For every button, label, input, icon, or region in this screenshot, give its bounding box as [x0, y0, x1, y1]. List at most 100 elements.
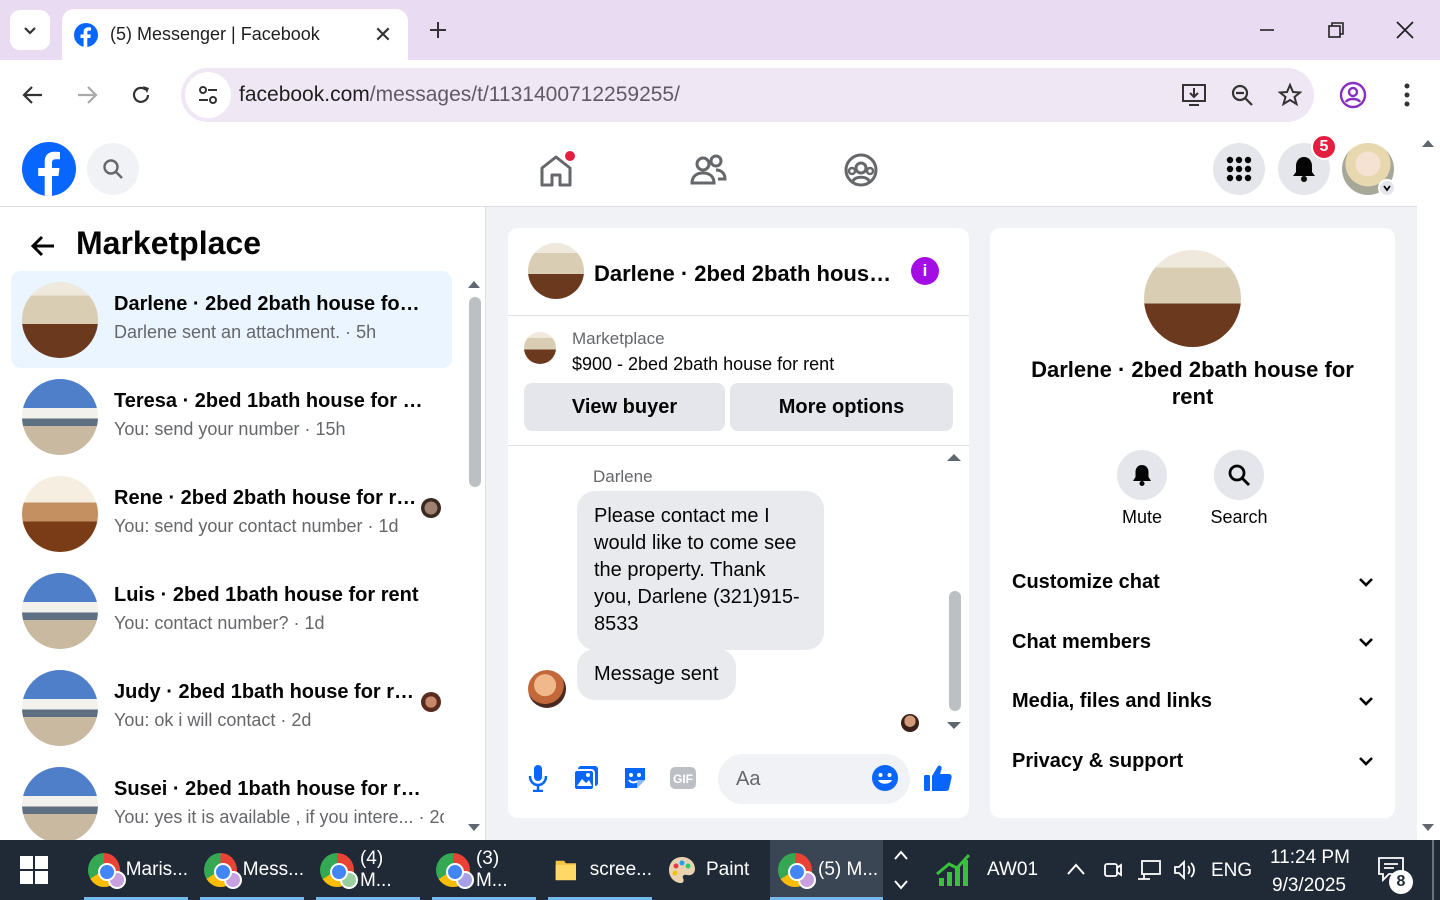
back-button[interactable]: [15, 77, 51, 113]
meet-now-icon[interactable]: [1102, 859, 1122, 881]
back-to-chats-button[interactable]: [26, 229, 60, 263]
conversation-item[interactable]: Rene · 2bed 2bath house for rent You: se…: [11, 465, 452, 562]
mute-button[interactable]: [1117, 450, 1167, 500]
volume-icon[interactable]: [1172, 859, 1198, 881]
chat-title[interactable]: Darlene · 2bed 2bath house for rent: [594, 261, 894, 287]
mute-action[interactable]: Mute: [1102, 450, 1182, 528]
show-hidden-icons-icon[interactable]: [1066, 862, 1086, 876]
friends-icon: [690, 154, 727, 185]
conversation-item[interactable]: Judy · 2bed 1bath house for rent You: ok…: [11, 659, 452, 756]
scroll-up-icon[interactable]: [467, 279, 481, 289]
profile-avatar[interactable]: [1144, 250, 1241, 347]
bookmark-button[interactable]: [1266, 75, 1314, 115]
home-nav-button[interactable]: [531, 145, 581, 195]
seen-avatar: [421, 498, 441, 518]
scroll-up-icon[interactable]: [1421, 138, 1435, 148]
stock-widget[interactable]: AW01: [935, 840, 1045, 900]
taskbar-chrome-window[interactable]: (3) M...: [432, 840, 536, 900]
conversation-item[interactable]: Luis · 2bed 1bath house for rent You: co…: [11, 562, 452, 659]
emoji-button[interactable]: [870, 763, 900, 793]
taskbar-scroll-down-icon[interactable]: [893, 878, 909, 892]
bell-icon: [1293, 157, 1315, 182]
conversation-item[interactable]: Darlene · 2bed 2bath house for rent Darl…: [11, 271, 452, 368]
more-options-button[interactable]: More options: [730, 383, 953, 431]
conversation-list-scrollbar[interactable]: [469, 297, 481, 487]
minimize-icon: [1260, 29, 1274, 31]
friends-nav-button[interactable]: [683, 145, 733, 195]
show-desktop-button[interactable]: [1432, 840, 1434, 900]
page-scrollbar[interactable]: [1417, 130, 1440, 840]
message-bubble[interactable]: Please contact me I would like to come s…: [577, 491, 824, 650]
start-button[interactable]: [20, 856, 48, 889]
restore-button[interactable]: [1316, 12, 1356, 48]
conversation-name: Darlene · 2bed 2bath house for rent: [114, 293, 424, 315]
taskbar-paint[interactable]: Paint: [664, 840, 764, 900]
search-action[interactable]: Search: [1199, 450, 1279, 528]
groups-nav-button[interactable]: [836, 145, 886, 195]
chat-avatar[interactable]: [528, 243, 584, 299]
tab-search-button[interactable]: [10, 10, 50, 50]
minimize-button[interactable]: [1247, 12, 1287, 48]
browser-tab-strip: (5) Messenger | Facebook ✕: [0, 0, 1440, 60]
taskbar-chrome-window[interactable]: Maris...: [84, 840, 188, 900]
conversation-preview: You: send your number · 15h: [114, 419, 346, 439]
notification-count-badge: 8: [1389, 870, 1413, 894]
facebook-search-button[interactable]: [87, 143, 139, 195]
network-icon[interactable]: [1136, 859, 1162, 881]
account-menu-chevron[interactable]: [1378, 179, 1396, 197]
taskbar-chrome-window[interactable]: (4) M...: [316, 840, 420, 900]
taskbar-chrome-window-active[interactable]: (5) M...: [770, 840, 883, 900]
voice-clip-button[interactable]: [523, 763, 553, 793]
clock-date[interactable]: 9/3/2025: [1272, 875, 1346, 897]
install-app-button[interactable]: [1170, 75, 1218, 115]
profile-button[interactable]: [1335, 77, 1371, 113]
message-composer: GIF Aa: [508, 743, 969, 818]
tune-icon: [199, 86, 217, 104]
forward-button[interactable]: [69, 77, 105, 113]
scroll-up-icon[interactable]: [946, 452, 962, 462]
taskbar-chrome-window[interactable]: Mess...: [200, 840, 304, 900]
gif-button[interactable]: GIF: [668, 763, 698, 793]
facebook-favicon-icon: [74, 22, 98, 47]
view-buyer-button[interactable]: View buyer: [524, 383, 725, 431]
taskbar-scroll-up-icon[interactable]: [893, 848, 909, 862]
facebook-logo-icon[interactable]: [22, 142, 76, 196]
tab-close-button[interactable]: ✕: [368, 22, 398, 48]
language-indicator[interactable]: ENG: [1211, 860, 1252, 882]
info-icon[interactable]: i: [911, 257, 939, 285]
close-window-button[interactable]: [1385, 12, 1425, 48]
chevron-down-icon: [1359, 578, 1373, 587]
like-button[interactable]: [923, 763, 953, 793]
scroll-down-icon[interactable]: [467, 823, 481, 833]
browser-menu-button[interactable]: [1389, 77, 1425, 113]
media-files-links-section[interactable]: Media, files and links: [1012, 681, 1374, 721]
clock-time[interactable]: 11:24 PM: [1270, 847, 1350, 869]
listing-title[interactable]: $900 - 2bed 2bath house for rent: [572, 354, 834, 375]
message-bubble[interactable]: Message sent: [577, 649, 736, 700]
menu-grid-button[interactable]: [1213, 143, 1265, 195]
address-bar[interactable]: facebook.com/messages/t/1131400712259255…: [181, 68, 1314, 122]
privacy-support-section[interactable]: Privacy & support: [1012, 741, 1374, 781]
taskbar-item-label: Maris...: [125, 859, 188, 880]
search-in-chat-button[interactable]: [1214, 450, 1264, 500]
scroll-down-icon[interactable]: [946, 721, 962, 731]
site-info-button[interactable]: [185, 72, 231, 118]
groups-icon: [844, 153, 878, 187]
chat-scrollbar[interactable]: [949, 591, 961, 711]
browser-tab-active[interactable]: (5) Messenger | Facebook ✕: [62, 9, 408, 60]
reload-button[interactable]: [123, 77, 159, 113]
sticker-button[interactable]: [620, 763, 650, 793]
customize-chat-section[interactable]: Customize chat: [1012, 562, 1374, 602]
sender-avatar[interactable]: [528, 670, 566, 708]
taskbar-file-explorer[interactable]: scree...: [548, 840, 652, 900]
scroll-down-icon[interactable]: [1421, 823, 1435, 833]
zoom-button[interactable]: [1218, 75, 1266, 115]
facebook-header: [0, 130, 1417, 207]
conversation-preview: Darlene sent an attachment. · 5h: [114, 322, 377, 342]
notification-badge: 5: [1311, 134, 1337, 160]
attach-photo-button[interactable]: [571, 763, 601, 793]
new-tab-button[interactable]: [422, 14, 454, 46]
conversation-item[interactable]: Susei · 2bed 1bath house for rent You: y…: [11, 756, 452, 853]
chat-members-section[interactable]: Chat members: [1012, 622, 1374, 662]
conversation-item[interactable]: Teresa · 2bed 1bath house for rent You: …: [11, 368, 452, 465]
